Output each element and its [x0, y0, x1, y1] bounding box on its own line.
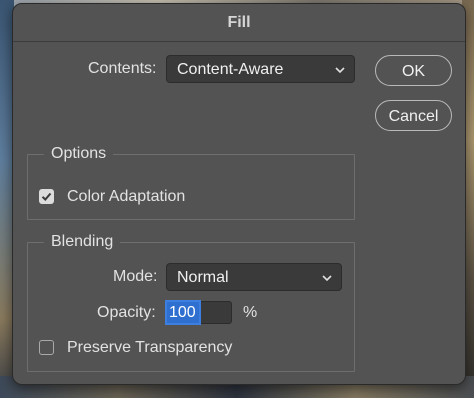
preserve-transparency-label: Preserve Transparency [67, 339, 233, 356]
opacity-value: 100 [165, 300, 201, 325]
mode-select[interactable]: Normal [166, 263, 342, 291]
contents-select[interactable]: Content-Aware [166, 55, 355, 83]
contents-select-value: Content-Aware [177, 61, 284, 78]
options-group [27, 154, 355, 220]
opacity-unit: % [243, 304, 258, 321]
mode-label: Mode: [113, 268, 158, 285]
opacity-label: Opacity: [97, 304, 156, 321]
opacity-input[interactable]: 100 [165, 300, 232, 325]
ok-button[interactable]: OK [375, 55, 452, 86]
chevron-down-icon [321, 264, 333, 292]
color-adaptation-checkbox[interactable] [39, 189, 54, 204]
mode-select-value: Normal [177, 269, 229, 286]
chevron-down-icon [334, 56, 346, 84]
contents-label: Contents: [88, 60, 157, 77]
options-legend: Options [44, 145, 114, 163]
cancel-button[interactable]: Cancel [375, 100, 452, 131]
blending-legend: Blending [44, 233, 121, 251]
dialog-title: Fill [13, 4, 465, 42]
color-adaptation-label: Color Adaptation [67, 188, 186, 205]
fill-dialog: Fill Contents: Content-Aware OK Cancel O… [12, 3, 466, 385]
preserve-transparency-checkbox[interactable] [39, 340, 54, 355]
